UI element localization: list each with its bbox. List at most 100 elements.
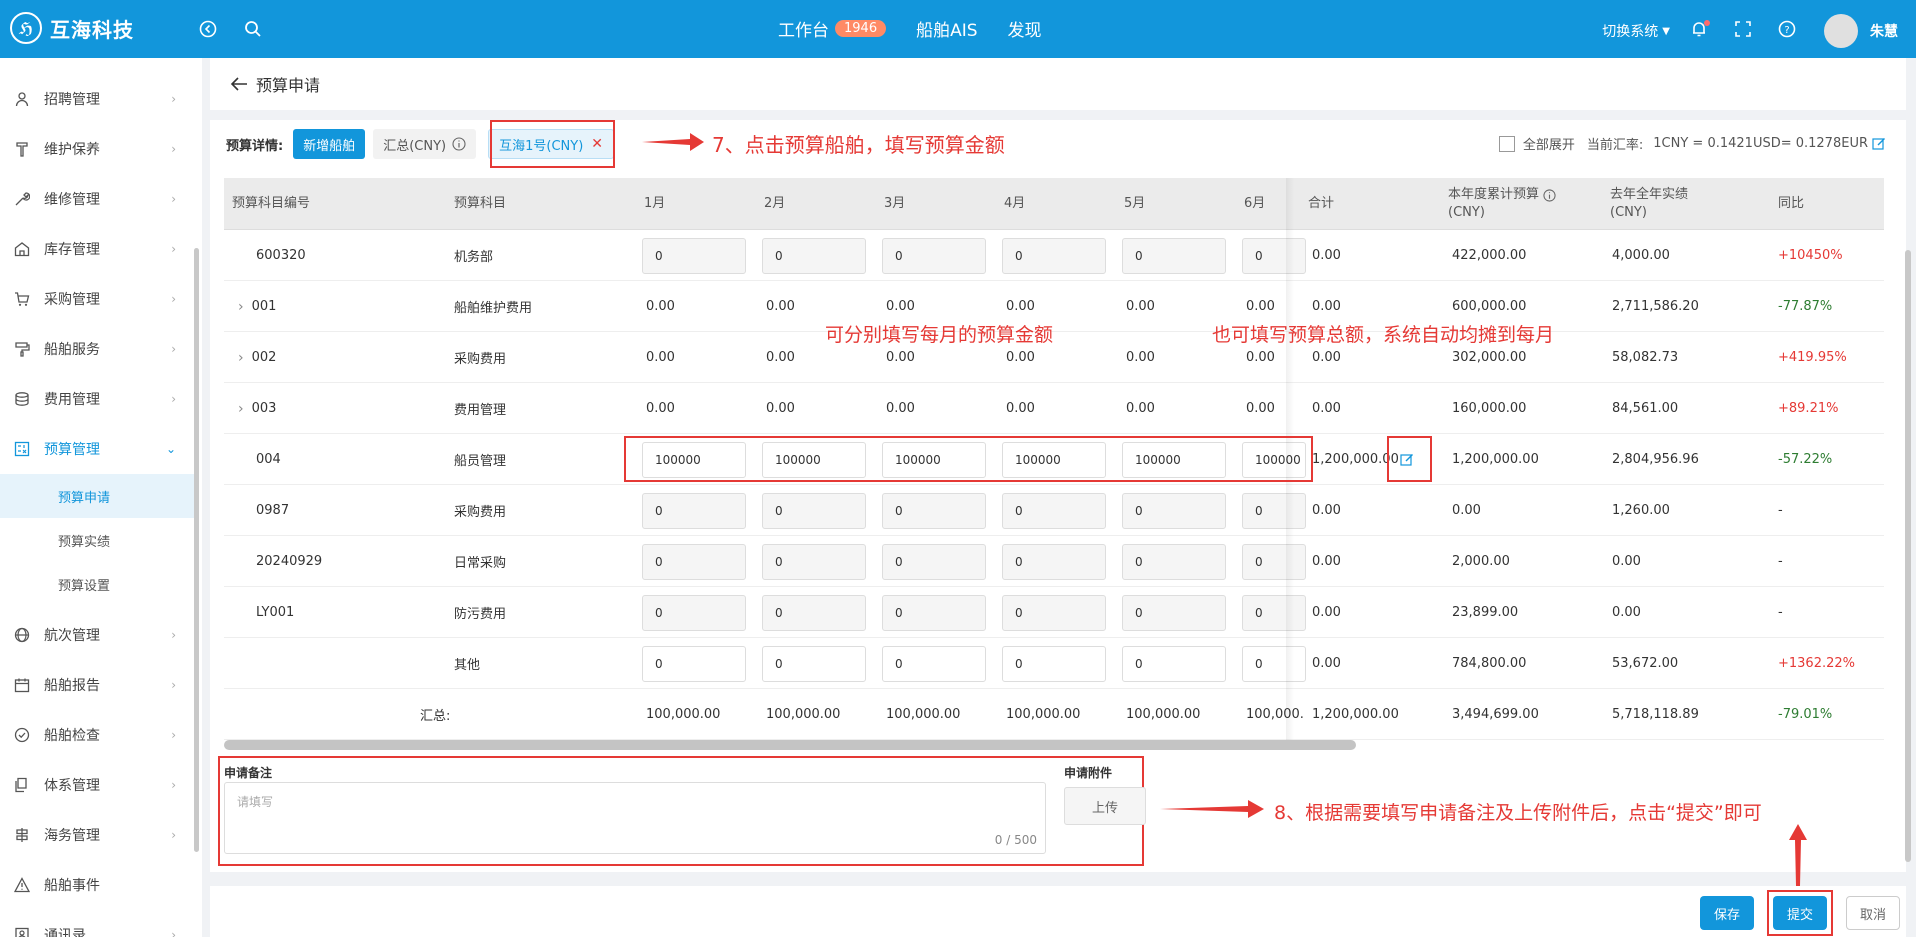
bell-icon[interactable] [1690, 20, 1710, 42]
cell-subject: 其他 [454, 658, 481, 673]
cancel-label: 取消 [1859, 907, 1886, 923]
chevron-right-icon: › [171, 242, 176, 256]
sidebar-scrollbar[interactable] [194, 248, 199, 852]
expand-chevron-icon[interactable]: › [238, 401, 244, 417]
month-input[interactable]: 0 [762, 543, 866, 580]
switch-system-dropdown[interactable]: 切换系统 [1602, 21, 1658, 41]
sidebar-item-voyage[interactable]: 航次管理 › [0, 610, 194, 660]
horizontal-scrollbar[interactable] [224, 740, 1356, 750]
remark-textarea[interactable]: 请填写 0 / 500 [224, 782, 1046, 854]
cell-yoy: -77.87% [1778, 299, 1833, 314]
cell-code-text: 20240929 [256, 554, 323, 569]
sidebar-sub-budget-actual[interactable]: 预算实绩 [0, 518, 194, 562]
cell-yoy: - [1778, 554, 1783, 569]
sidebar-item-ship-inspection[interactable]: 船舶检查 › [0, 710, 194, 760]
help-icon[interactable]: ? [1778, 20, 1796, 42]
search-icon[interactable] [241, 17, 265, 41]
chevron-right-icon: › [171, 728, 176, 742]
sidebar-item-ship-event[interactable]: 船舶事件 [0, 860, 194, 910]
sidebar-item-expense[interactable]: 费用管理 › [0, 374, 194, 424]
month-input[interactable]: 0 [882, 237, 986, 274]
annotation-box-submit [1767, 890, 1833, 936]
cell-subject: 防污费用 [454, 607, 507, 622]
month-input[interactable]: 0 [1242, 594, 1306, 631]
nav-workbench[interactable]: 工作台 1946 [778, 16, 887, 41]
avatar[interactable] [1824, 14, 1858, 48]
summary-label: 汇总: [420, 709, 451, 724]
month-input[interactable]: 0 [882, 645, 986, 682]
month-input[interactable]: 0 [1242, 645, 1306, 682]
month-input[interactable]: 0 [642, 645, 746, 682]
expand-chevron-icon[interactable]: › [238, 350, 244, 366]
month-input[interactable]: 0 [1122, 594, 1226, 631]
month-input[interactable]: 0 [762, 645, 866, 682]
sidebar-item-budget[interactable]: 预算管理 ⌄ [0, 424, 194, 474]
add-ship-button[interactable]: 新增船舶 [293, 129, 366, 159]
header-month-2: 2月 [764, 196, 786, 211]
sidebar-item-inventory[interactable]: 库存管理 › [0, 224, 194, 274]
header-month-6: 6月 [1244, 196, 1266, 211]
sidebar-item-repair[interactable]: 维修管理 › [0, 174, 194, 224]
month-input[interactable]: 0 [642, 543, 746, 580]
cell-month-5: 0 [1122, 485, 1226, 536]
sidebar-item-ship-service[interactable]: 船舶服务 › [0, 324, 194, 374]
month-input[interactable]: 0 [642, 594, 746, 631]
month-input[interactable]: 0 [1122, 645, 1226, 682]
month-input[interactable]: 0 [1122, 543, 1226, 580]
month-input[interactable]: 0 [1242, 237, 1306, 274]
back-arrow-icon[interactable] [230, 76, 248, 92]
month-input[interactable]: 0 [882, 594, 986, 631]
tab-summary[interactable]: 汇总(CNY) [373, 129, 477, 159]
sidebar-sub-budget-settings[interactable]: 预算设置 [0, 562, 194, 606]
month-input[interactable]: 0 [1122, 492, 1226, 529]
month-input[interactable]: 0 [1002, 543, 1106, 580]
expand-chevron-icon[interactable]: › [238, 299, 244, 315]
month-input[interactable]: 0 [882, 492, 986, 529]
nav-discover[interactable]: 发现 [1008, 16, 1042, 41]
sidebar-item-ship-report[interactable]: 船舶报告 › [0, 660, 194, 710]
coins-icon [12, 389, 32, 409]
month-input[interactable]: 0 [1002, 237, 1106, 274]
table-header: 预算科目编号 预算科目 1月 2月 3月 4月 5月 6月 合计 本年度累计预算… [224, 178, 1884, 230]
sidebar-item-maintenance[interactable]: 维护保养 › [0, 124, 194, 174]
page-scrollbar[interactable] [1905, 250, 1911, 862]
annotation-monthly: 可分别填写每月的预算金额 [825, 324, 1054, 346]
month-input[interactable]: 0 [1002, 594, 1106, 631]
budget-icon [12, 439, 32, 459]
brand-logo[interactable]: ℌ 互海科技 [10, 12, 134, 44]
upload-button[interactable]: 上传 [1064, 787, 1146, 825]
save-button[interactable]: 保存 [1700, 896, 1754, 930]
month-input[interactable]: 0 [1242, 492, 1306, 529]
sidebar-item-marine[interactable]: 海务管理 › [0, 810, 194, 860]
expand-all-label: 全部展开 [1522, 138, 1575, 153]
month-input[interactable]: 0 [1122, 237, 1226, 274]
sidebar-item-contacts[interactable]: 通讯录 › [0, 910, 194, 937]
cell-month-2: 0.00 [766, 401, 795, 416]
back-circle-icon[interactable] [196, 17, 220, 41]
cell-total: 1,200,000.00 [1312, 452, 1399, 467]
edit-rate-icon[interactable] [1872, 137, 1886, 151]
fullscreen-icon[interactable] [1734, 20, 1752, 42]
cancel-button[interactable]: 取消 [1846, 896, 1900, 930]
month-input[interactable]: 0 [1002, 645, 1106, 682]
month-input[interactable]: 0 [762, 237, 866, 274]
sidebar-item-recruit[interactable]: 招聘管理 › [0, 74, 194, 124]
chevron-right-icon: › [171, 628, 176, 642]
sidebar-item-label: 海务管理 [44, 828, 100, 844]
month-input[interactable]: 0 [882, 543, 986, 580]
info-icon [452, 137, 466, 151]
month-input[interactable]: 0 [1002, 492, 1106, 529]
sidebar-sub-budget-apply[interactable]: 预算申请 [0, 474, 194, 518]
nav-ship-ais[interactable]: 船舶AIS [916, 16, 977, 41]
month-input[interactable]: 0 [1242, 543, 1306, 580]
month-input[interactable]: 0 [642, 492, 746, 529]
month-input[interactable]: 0 [762, 594, 866, 631]
sidebar-item-purchase[interactable]: 采购管理 › [0, 274, 194, 324]
cell-subject: 采购费用 [454, 352, 507, 367]
month-input[interactable]: 0 [642, 237, 746, 274]
header-ytd-label: 本年度累计预算 [1448, 187, 1540, 202]
expand-all-checkbox[interactable] [1498, 135, 1515, 152]
sidebar-item-system[interactable]: 体系管理 › [0, 760, 194, 810]
user-name[interactable]: 朱慧 [1870, 21, 1898, 41]
month-input[interactable]: 0 [762, 492, 866, 529]
